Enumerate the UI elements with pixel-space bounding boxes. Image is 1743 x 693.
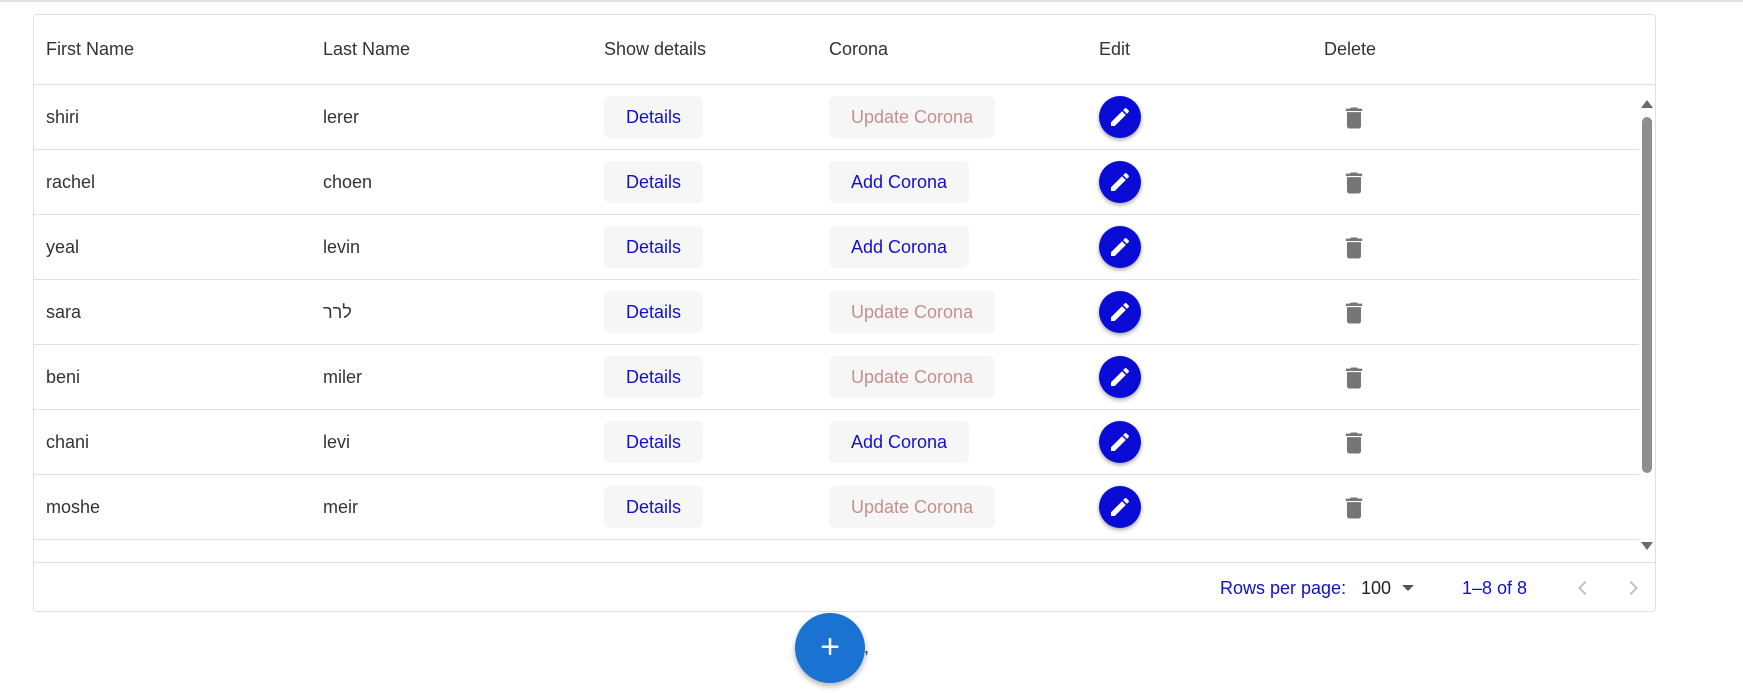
update-corona-button[interactable]: Update Corona	[829, 96, 996, 138]
trash-icon	[1340, 497, 1368, 527]
edit-button[interactable]	[1099, 96, 1141, 138]
edit-button[interactable]	[1099, 161, 1141, 203]
pagination-range: 1–8 of 8	[1462, 578, 1528, 598]
last-name-cell: lerer	[323, 107, 360, 127]
trash-icon	[1340, 367, 1368, 397]
last-name-cell: meir	[323, 497, 358, 517]
last-name-cell: לרר	[323, 302, 352, 322]
table-row[interactable]: rachel choen Details Add Corona	[34, 150, 1639, 215]
table-row[interactable]: moshe meir Details Update Corona	[34, 475, 1639, 540]
first-name-cell: moshe	[46, 497, 101, 517]
trash-icon	[1340, 302, 1368, 332]
table-row[interactable]: sara לרר Details Update Corona	[34, 280, 1639, 345]
table-row[interactable]: shiri lerer Details Update Corona	[34, 85, 1639, 150]
caret-down-icon[interactable]	[1402, 585, 1414, 591]
column-header-first-name[interactable]: First Name	[46, 15, 134, 84]
last-name-cell: miler	[323, 367, 362, 387]
edit-button[interactable]	[1099, 291, 1141, 333]
column-header-delete[interactable]: Delete	[1324, 15, 1376, 84]
scroll-up-arrow-icon[interactable]	[1641, 100, 1653, 108]
stray-comma-text: ,	[864, 637, 870, 657]
details-button[interactable]: Details	[604, 486, 704, 528]
delete-button[interactable]	[1340, 233, 1368, 263]
top-divider	[0, 0, 1743, 2]
table-row[interactable]: yeal levin Details Add Corona	[34, 215, 1639, 280]
trash-icon	[1340, 237, 1368, 267]
trash-icon	[1340, 172, 1368, 202]
table-row[interactable]	[34, 540, 1639, 559]
vertical-scrollbar[interactable]	[1640, 95, 1654, 555]
last-name-cell: levi	[323, 432, 351, 452]
first-name-cell: beni	[46, 367, 81, 387]
rows-per-page-label: Rows per page:	[1220, 578, 1347, 598]
trash-icon	[1340, 107, 1368, 137]
delete-button[interactable]	[1340, 298, 1368, 328]
first-name-cell: shiri	[46, 107, 80, 127]
edit-button[interactable]	[1099, 421, 1141, 463]
add-person-button[interactable]: +	[795, 613, 865, 683]
table-row[interactable]: beni miler Details Update Corona	[34, 345, 1639, 410]
delete-button[interactable]	[1340, 103, 1368, 133]
chevron-left-icon[interactable]	[1572, 577, 1594, 599]
details-button[interactable]: Details	[604, 161, 704, 203]
details-button[interactable]: Details	[604, 226, 704, 268]
delete-button[interactable]	[1340, 363, 1368, 393]
rows-per-page-select[interactable]: 100	[1361, 563, 1391, 611]
update-corona-button[interactable]: Update Corona	[829, 486, 996, 528]
edit-button[interactable]	[1099, 356, 1141, 398]
last-name-cell: levin	[323, 237, 361, 257]
data-grid: First Name Last Name Show details Corona…	[33, 14, 1656, 612]
grid-header: First Name Last Name Show details Corona…	[34, 15, 1655, 85]
edit-button[interactable]	[1099, 226, 1141, 268]
details-button[interactable]: Details	[604, 96, 704, 138]
column-header-last-name[interactable]: Last Name	[323, 15, 410, 84]
column-header-show-details[interactable]: Show details	[604, 15, 706, 84]
scroll-thumb[interactable]	[1642, 117, 1652, 473]
add-corona-button[interactable]: Add Corona	[829, 421, 970, 463]
add-corona-button[interactable]: Add Corona	[829, 161, 970, 203]
first-name-cell: sara	[46, 302, 82, 322]
update-corona-button[interactable]: Update Corona	[829, 291, 996, 333]
column-header-edit[interactable]: Edit	[1099, 15, 1130, 84]
first-name-cell: chani	[46, 432, 90, 452]
edit-button[interactable]	[1099, 486, 1141, 528]
first-name-cell: yeal	[46, 237, 80, 257]
column-header-corona[interactable]: Corona	[829, 15, 888, 84]
grid-rows[interactable]: shiri lerer Details Update Corona rachel choe…	[34, 85, 1639, 559]
table-row[interactable]: chani levi Details Add Corona	[34, 410, 1639, 475]
details-button[interactable]: Details	[604, 356, 704, 398]
chevron-right-icon[interactable]	[1622, 577, 1644, 599]
delete-button[interactable]	[1340, 168, 1368, 198]
delete-button[interactable]	[1340, 428, 1368, 458]
plus-icon: +	[820, 628, 840, 666]
add-corona-button[interactable]: Add Corona	[829, 226, 970, 268]
scroll-down-arrow-icon[interactable]	[1641, 542, 1653, 550]
trash-icon	[1340, 432, 1368, 462]
grid-footer: Rows per page: 100 1–8 of 8	[34, 562, 1655, 611]
delete-button[interactable]	[1340, 493, 1368, 523]
details-button[interactable]: Details	[604, 421, 704, 463]
last-name-cell: choen	[323, 172, 373, 192]
details-button[interactable]: Details	[604, 291, 704, 333]
update-corona-button[interactable]: Update Corona	[829, 356, 996, 398]
first-name-cell: rachel	[46, 172, 96, 192]
